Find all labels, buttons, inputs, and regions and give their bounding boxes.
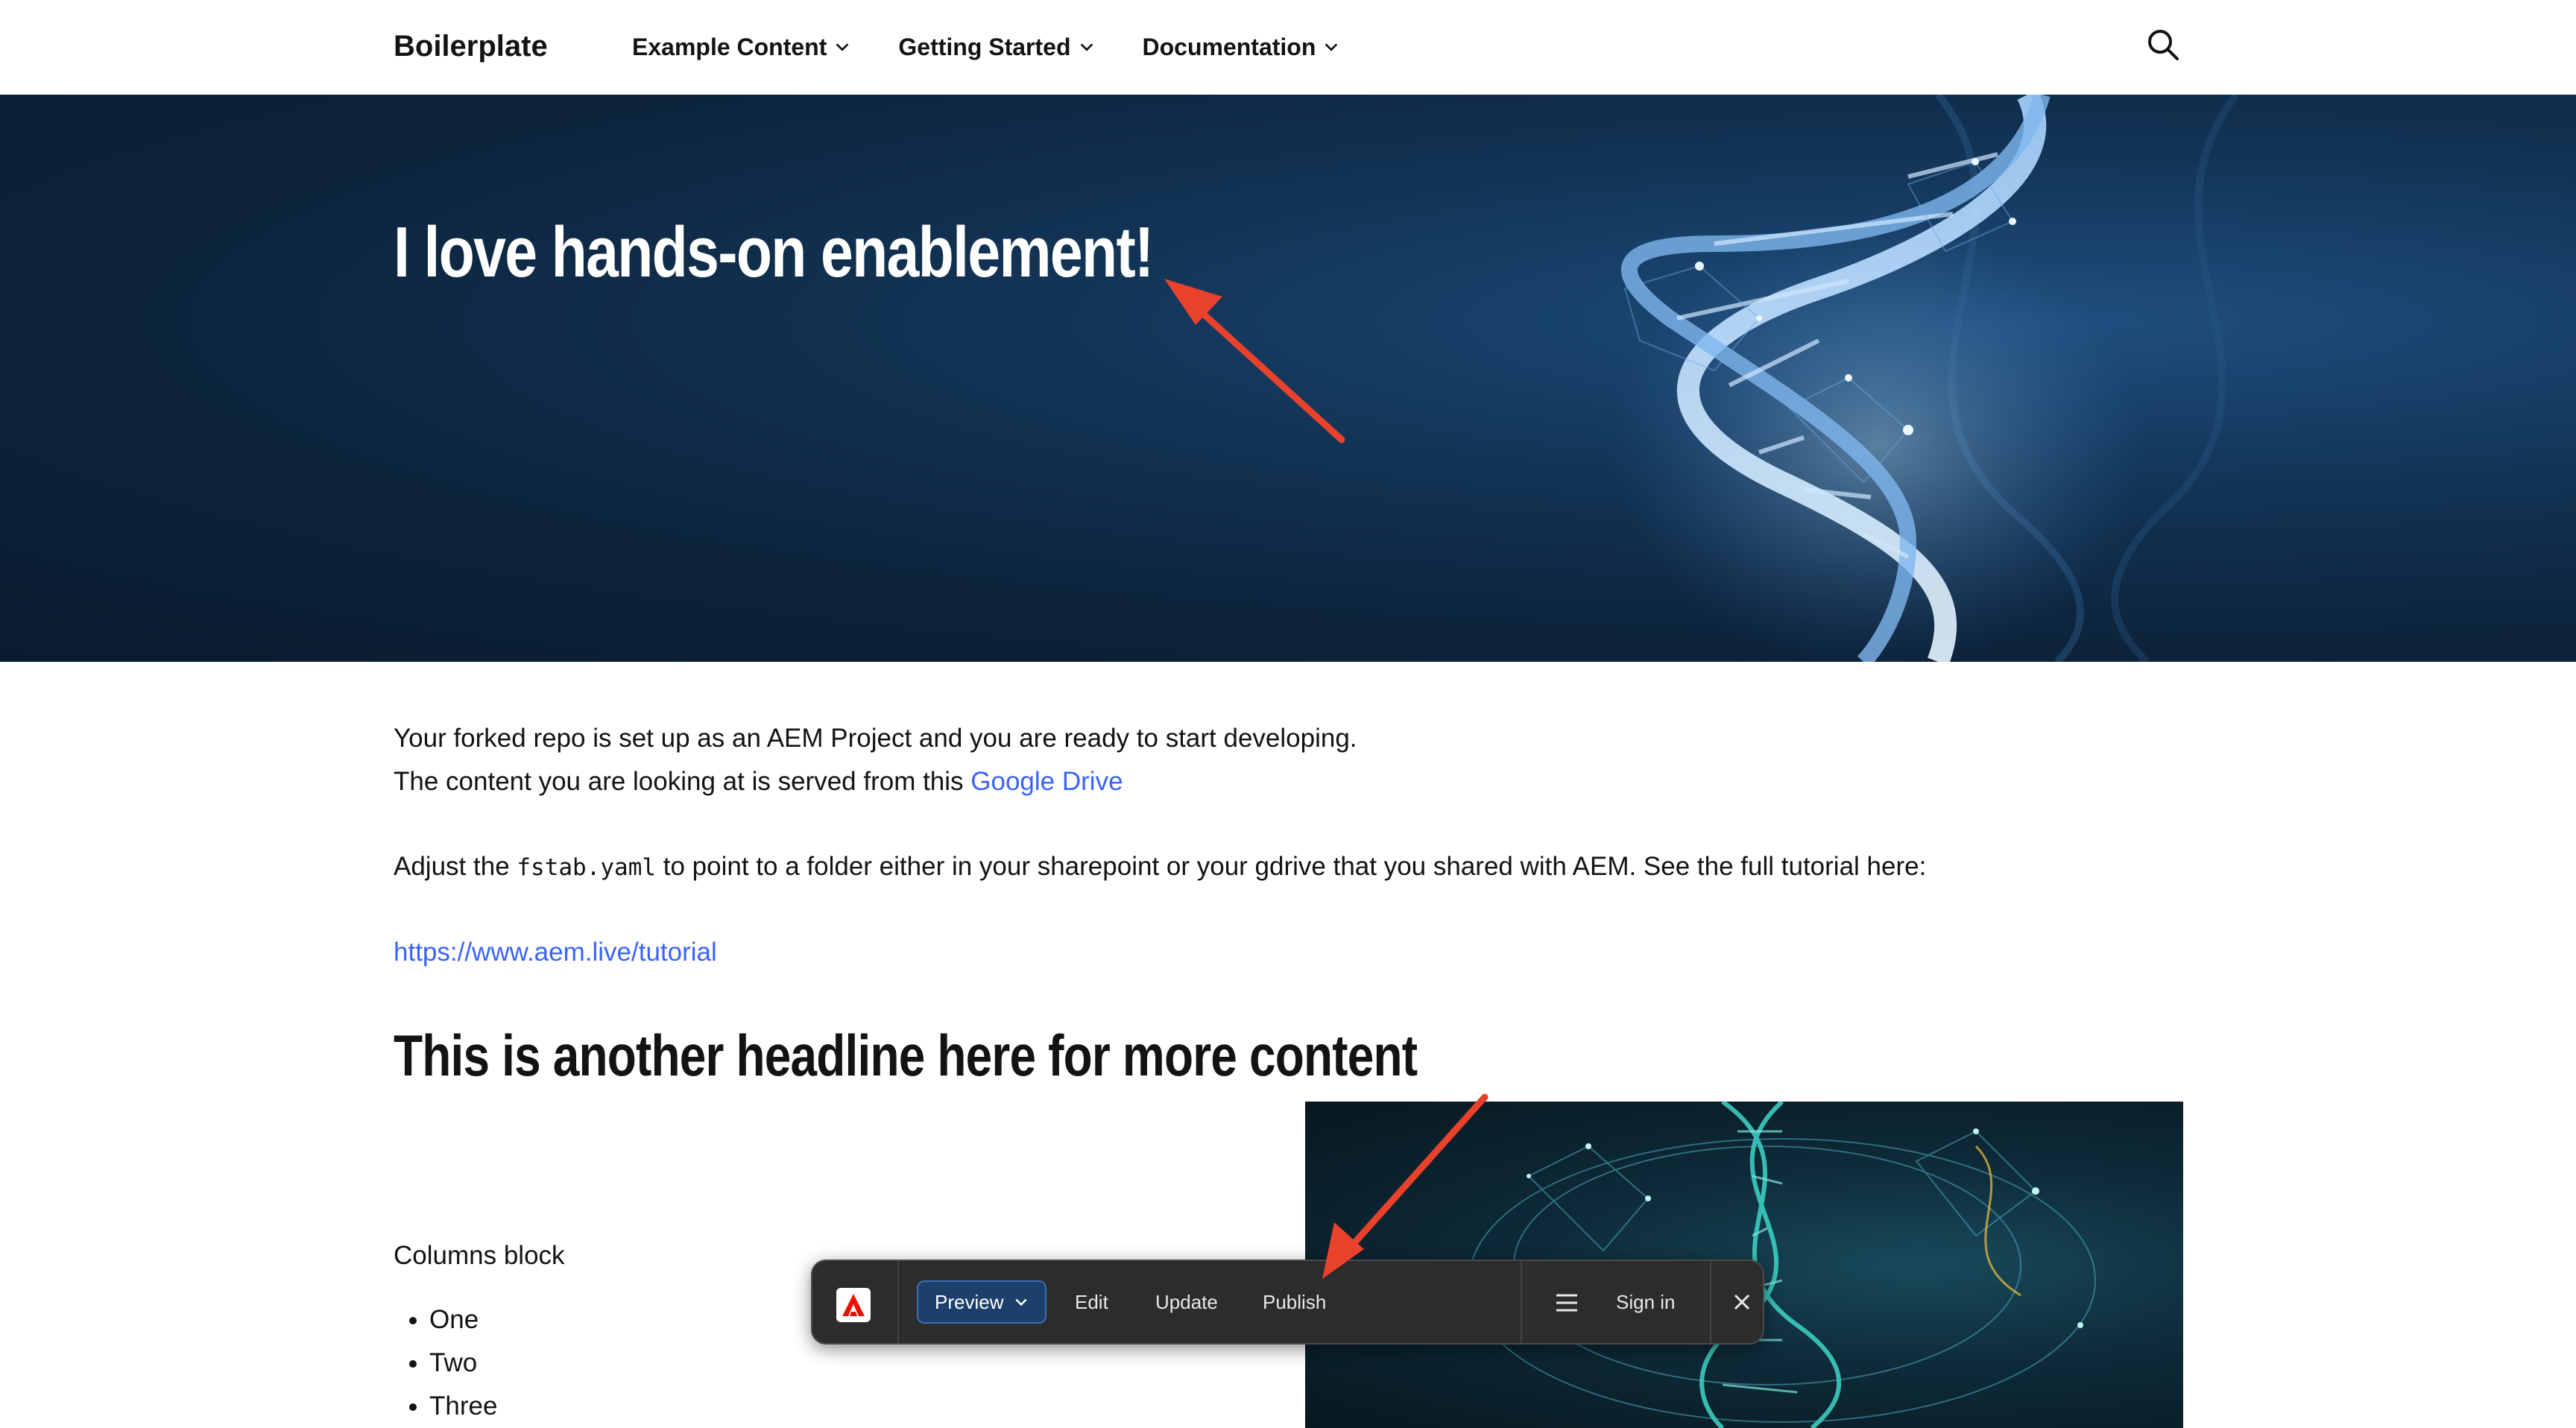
intro-paragraph: Your forked repo is set up as an AEM Pro…: [394, 717, 1357, 803]
search-icon: [2148, 30, 2179, 60]
columns-list: One Two Three: [394, 1298, 497, 1428]
fstab-suffix: to point to a folder either in your shar…: [656, 852, 1927, 881]
adobe-logo-icon[interactable]: [836, 1288, 871, 1322]
google-drive-link[interactable]: Google Drive: [970, 767, 1123, 796]
close-icon: [1734, 1294, 1750, 1310]
nav-item-getting-started[interactable]: Getting Started: [898, 28, 1094, 66]
search-button[interactable]: [2145, 27, 2181, 63]
list-item: One: [429, 1298, 497, 1342]
fstab-prefix: Adjust the: [394, 852, 517, 881]
publish-button[interactable]: Publish: [1263, 1280, 1326, 1324]
close-sidekick-button[interactable]: [1728, 1288, 1756, 1316]
nav-item-documentation[interactable]: Documentation: [1143, 28, 1340, 66]
list-item: Three: [429, 1385, 497, 1428]
edit-button[interactable]: Edit: [1075, 1280, 1108, 1324]
chevron-down-icon: [1015, 1298, 1028, 1307]
tutorial-paragraph: https://www.aem.live/tutorial: [394, 931, 717, 974]
hero-banner: I love hands-on enablement!: [0, 95, 2576, 662]
site-header: Boilerplate Example Content Getting Star…: [0, 0, 2576, 95]
fstab-paragraph: Adjust the fstab.yaml to point to a fold…: [394, 845, 1926, 889]
sidekick-logo-area: [812, 1261, 899, 1343]
chevron-down-icon: [836, 43, 849, 51]
toolbar-divider: [1521, 1261, 1522, 1343]
preview-label: Preview: [935, 1290, 1004, 1313]
preview-environment-button[interactable]: Preview: [917, 1280, 1047, 1324]
main-nav: Example Content Getting Started Document…: [632, 28, 1339, 66]
sign-in-button[interactable]: Sign in: [1616, 1280, 1676, 1324]
nav-item-label: Documentation: [1142, 34, 1316, 60]
columns-block-label: Columns block: [394, 1241, 565, 1270]
dna-helix-image: [1610, 95, 2240, 662]
aem-sidekick-toolbar: Preview Edit Update Publish Sign in: [811, 1260, 1764, 1345]
tutorial-link[interactable]: https://www.aem.live/tutorial: [394, 938, 717, 967]
hero-title: I love hands-on enablement!: [394, 212, 1154, 292]
toolbar-divider: [1710, 1261, 1711, 1343]
fstab-code: fstab.yaml: [517, 854, 657, 881]
intro-line-2: The content you are looking at is served…: [394, 767, 971, 796]
update-button[interactable]: Update: [1155, 1280, 1218, 1324]
section-headline: This is another headline here for more c…: [394, 1023, 1418, 1088]
hamburger-menu-icon: [1556, 1294, 1577, 1312]
nav-item-label: Getting Started: [898, 34, 1071, 60]
brand-logo[interactable]: Boilerplate: [394, 27, 548, 66]
chevron-down-icon: [1325, 43, 1338, 51]
intro-line-1: Your forked repo is set up as an AEM Pro…: [394, 724, 1357, 753]
list-item: Two: [429, 1342, 497, 1385]
chevron-down-icon: [1080, 43, 1093, 51]
nav-item-example-content[interactable]: Example Content: [632, 28, 850, 66]
menu-button[interactable]: [1552, 1288, 1582, 1318]
nav-item-label: Example Content: [632, 34, 827, 60]
